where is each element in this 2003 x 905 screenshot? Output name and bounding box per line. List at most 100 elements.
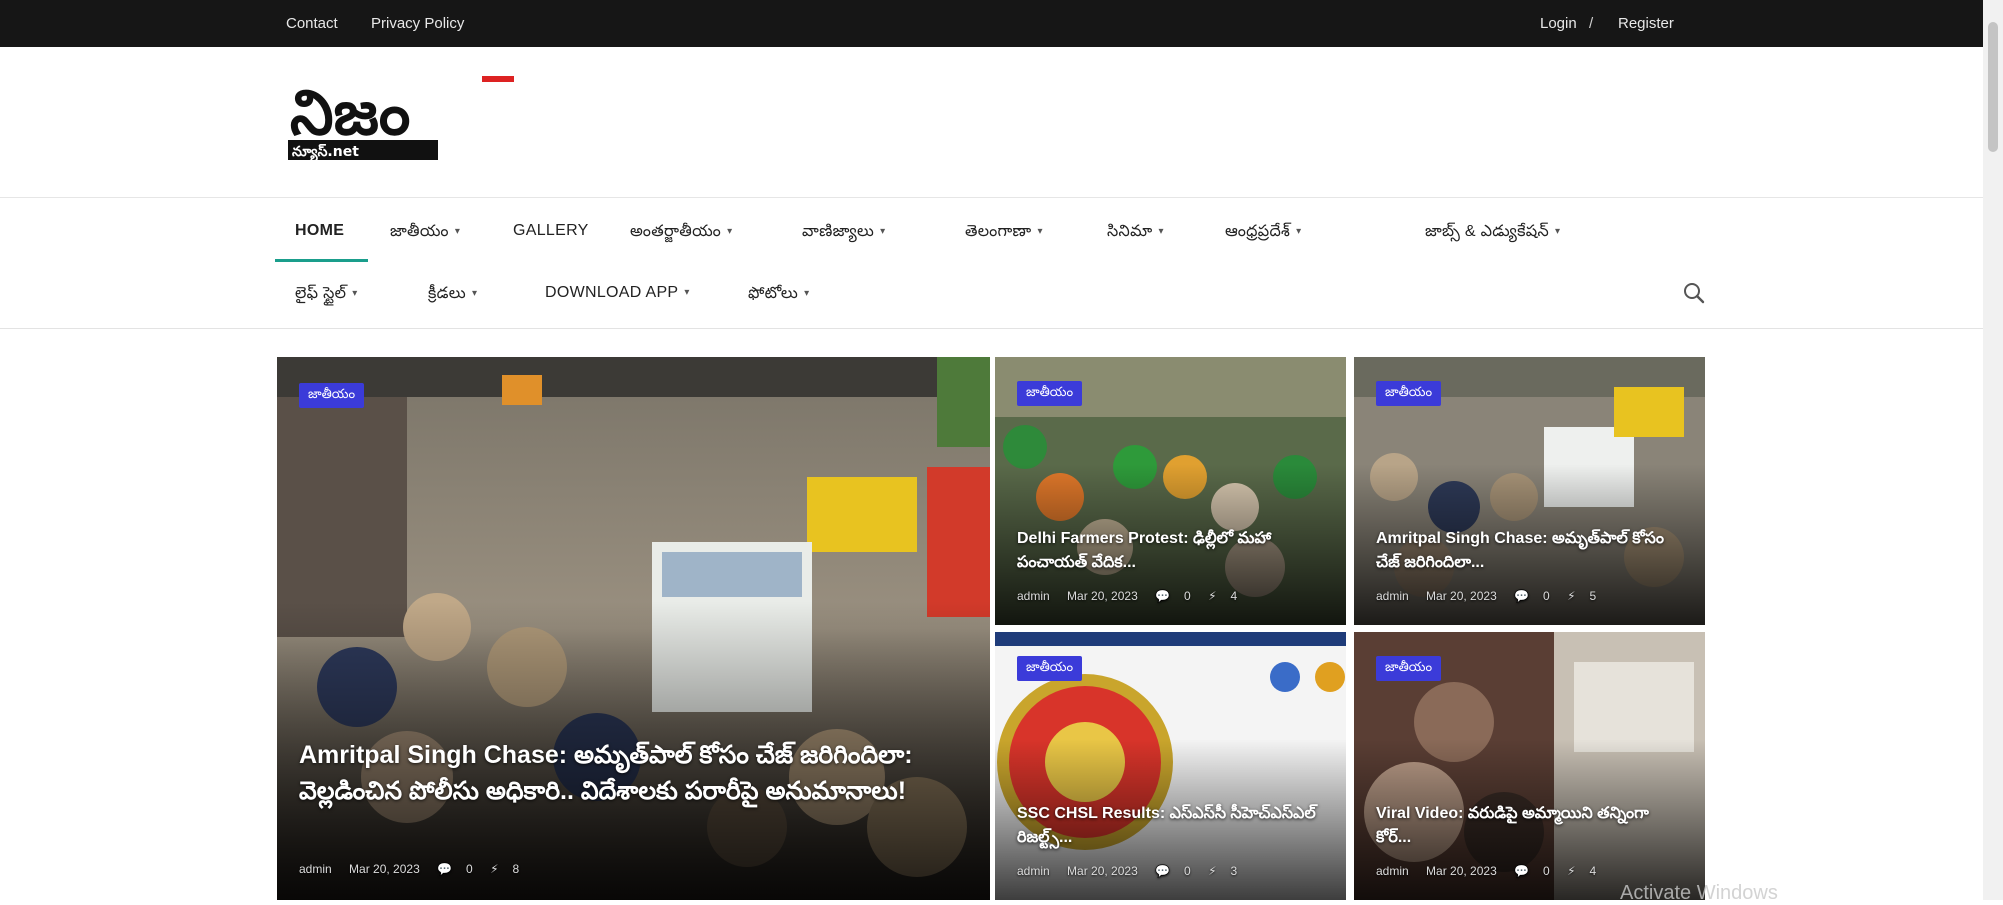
post-title[interactable]: Delhi Farmers Protest: ఢిల్లీలో మహా పంచా… [1017, 527, 1327, 575]
chevron-down-icon: ▾ [880, 226, 886, 238]
post-date: Mar 20, 2023 [349, 862, 420, 876]
nav-photos[interactable]: ఫోటోలు ▾ [748, 284, 809, 306]
nav-international-label: అంతర్జాతీయం [630, 223, 722, 240]
chevron-down-icon: ▾ [804, 288, 810, 300]
category-badge[interactable]: జాతీయం [1376, 656, 1442, 681]
view-count: 3 [1230, 864, 1238, 878]
nav-telangana-label: తెలంగాణా [965, 223, 1032, 240]
post-title[interactable]: Viral Video: వరుడిపై అమ్మాయిని తన్నింగా … [1376, 802, 1686, 850]
featured-post-large[interactable]: జాతీయం Amritpal Singh Chase: అమృత్‌పాల్ … [277, 357, 990, 900]
nav-lifestyle[interactable]: లైఫ్ స్టైల్ ▾ [295, 284, 358, 306]
comments-icon: 💬 [1155, 864, 1171, 878]
post-meta: admin Mar 20, 2023 💬 0 ⚡ 8 [299, 862, 533, 876]
featured-post[interactable]: జాతీయం Viral Video: వరుడిపై అమ్మాయిని తన… [1354, 632, 1705, 900]
views-icon: ⚡ [1208, 864, 1217, 878]
comment-count: 0 [1184, 864, 1191, 878]
chevron-down-icon: ▾ [454, 226, 461, 238]
post-title[interactable]: Amritpal Singh Chase: అమృత్‌పాల్ కోసం చే… [1376, 527, 1686, 575]
nav-jobs-education[interactable]: జాబ్స్ & ఎడ్యుకేషన్ ▾ [1425, 222, 1560, 244]
nav-download-app-label: DOWNLOAD APP [545, 284, 679, 301]
nav-andhra-pradesh[interactable]: ఆంధ్రప్రదేశ్ ▾ [1225, 222, 1301, 244]
nav-cinema-label: సినిమా [1107, 223, 1153, 240]
nav-active-indicator [275, 259, 368, 262]
post-meta: admin Mar 20, 2023 💬 0 ⚡ 4 [1376, 864, 1610, 878]
comments-icon: 💬 [1155, 589, 1171, 603]
category-badge[interactable]: జాతీయం [299, 383, 365, 408]
site-logo[interactable]: నిజం న్యూస్.net [286, 74, 514, 170]
post-date: Mar 20, 2023 [1426, 589, 1497, 603]
comments-icon: 💬 [1514, 589, 1530, 603]
post-title[interactable]: SSC CHSL Results: ఎస్ఎస్‌సీ సీహెచ్ఎస్ఎల్… [1017, 802, 1327, 850]
post-image [277, 357, 990, 900]
chevron-down-icon: ▾ [1296, 226, 1302, 238]
nav-home-label: HOME [295, 222, 345, 239]
chevron-down-icon: ▾ [684, 287, 690, 299]
logo-graphic: నిజం న్యూస్.net [286, 76, 514, 168]
chevron-down-icon: ▾ [1555, 226, 1561, 238]
post-author[interactable]: admin [1376, 864, 1409, 878]
nav-cinema[interactable]: సినిమా ▾ [1107, 222, 1164, 244]
nav-business[interactable]: వాణిజ్యాలు ▾ [802, 222, 885, 244]
featured-post[interactable]: జాతీయం SSC CHSL Results: ఎస్ఎస్‌సీ సీహెచ… [995, 632, 1346, 900]
nav-international[interactable]: అంతర్జాతీయం ▾ [630, 222, 732, 244]
logo-sub-text: న్యూస్.net [292, 143, 359, 162]
main-navigation [0, 198, 1983, 329]
post-meta: admin Mar 20, 2023 💬 0 ⚡ 5 [1376, 589, 1610, 603]
nav-national-label: జాతీయం [390, 223, 449, 240]
category-badge[interactable]: జాతీయం [1017, 381, 1083, 406]
view-count: 8 [512, 862, 520, 876]
post-author[interactable]: admin [1376, 589, 1409, 603]
views-icon: ⚡ [1567, 864, 1576, 878]
view-count: 4 [1230, 589, 1238, 603]
category-badge[interactable]: జాతీయం [1376, 381, 1442, 406]
nav-sports[interactable]: క్రీడలు ▾ [428, 284, 477, 306]
nav-download-app[interactable]: DOWNLOAD APP ▾ [545, 284, 690, 302]
nav-lifestyle-label: లైఫ్ స్టైల్ [295, 285, 347, 302]
page-scrollbar[interactable] [1983, 0, 2003, 900]
nav-andhra-pradesh-label: ఆంధ్రప్రదేశ్ [1225, 223, 1291, 240]
scrollbar-thumb[interactable] [1988, 22, 1998, 152]
chevron-down-icon: ▾ [352, 288, 358, 300]
featured-post[interactable]: జాతీయం Amritpal Singh Chase: అమృత్‌పాల్ … [1354, 357, 1705, 625]
nav-sports-label: క్రీడలు [428, 285, 466, 302]
view-count: 4 [1589, 864, 1597, 878]
post-author[interactable]: admin [1017, 589, 1050, 603]
comment-count: 0 [1184, 589, 1191, 603]
nav-telangana[interactable]: తెలంగాణా ▾ [965, 222, 1043, 244]
comment-count: 0 [1543, 589, 1550, 603]
post-title[interactable]: Amritpal Singh Chase: అమృత్‌పాల్ కోసం చే… [299, 737, 969, 809]
search-icon [1684, 283, 1705, 304]
comments-icon: 💬 [1514, 864, 1530, 878]
top-bar: Contact Privacy Policy Login / Register [0, 0, 1983, 47]
post-author[interactable]: admin [299, 862, 332, 876]
nav-business-label: వాణిజ్యాలు [802, 223, 875, 240]
comment-count: 0 [1543, 864, 1550, 878]
views-icon: ⚡ [490, 862, 499, 876]
nav-national[interactable]: జాతీయం ▾ [390, 222, 460, 244]
activate-windows-watermark: Activate Windows [1620, 882, 1778, 904]
logo-main-text: నిజం [290, 76, 410, 149]
nav-photos-label: ఫోటోలు [748, 285, 799, 302]
post-date: Mar 20, 2023 [1426, 864, 1497, 878]
comments-icon: 💬 [437, 862, 453, 876]
view-count: 5 [1589, 589, 1597, 603]
views-icon: ⚡ [1208, 589, 1217, 603]
comment-count: 0 [466, 862, 473, 876]
nav-gallery-label: GALLERY [513, 222, 589, 239]
views-icon: ⚡ [1567, 589, 1576, 603]
login-link[interactable]: Login [1540, 15, 1577, 32]
featured-post[interactable]: జాతీయం Delhi Farmers Protest: ఢిల్లీలో మ… [995, 357, 1346, 625]
register-link[interactable]: Register [1618, 15, 1674, 32]
login-separator: / [1589, 15, 1594, 32]
nav-jobs-education-label: జాబ్స్ & ఎడ్యుకేషన్ [1425, 223, 1549, 240]
post-author[interactable]: admin [1017, 864, 1050, 878]
category-badge[interactable]: జాతీయం [1017, 656, 1083, 681]
post-date: Mar 20, 2023 [1067, 589, 1138, 603]
chevron-down-icon: ▾ [471, 288, 478, 300]
privacy-policy-link[interactable]: Privacy Policy [371, 15, 464, 32]
post-meta: admin Mar 20, 2023 💬 0 ⚡ 3 [1017, 864, 1251, 878]
contact-link[interactable]: Contact [286, 15, 338, 32]
search-button[interactable] [1682, 281, 1706, 305]
nav-gallery[interactable]: GALLERY [513, 222, 589, 240]
nav-home[interactable]: HOME [295, 222, 344, 240]
